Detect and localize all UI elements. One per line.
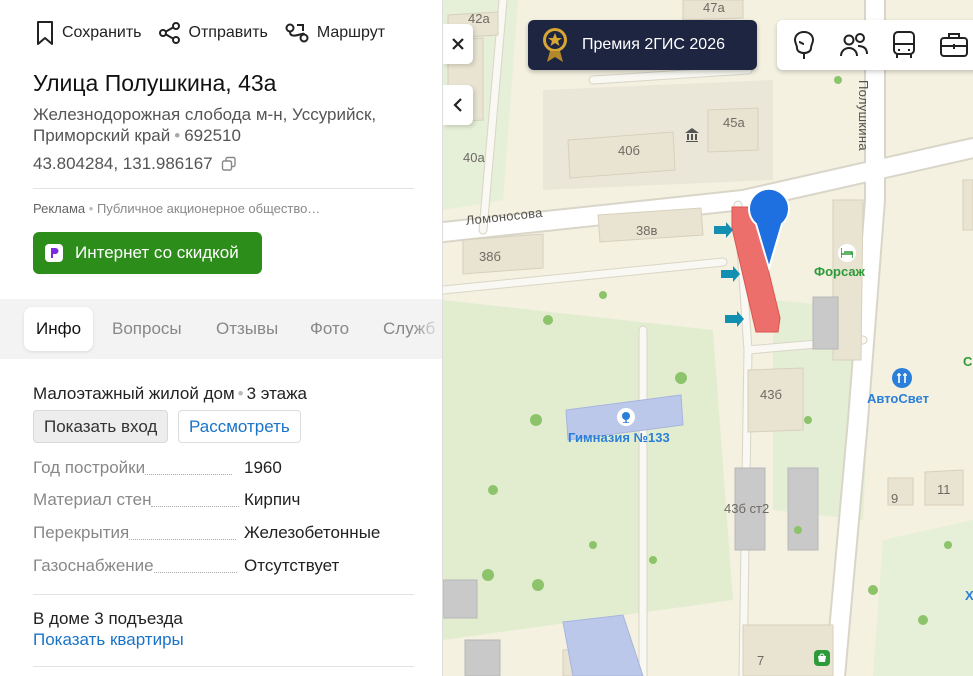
coordinates: 43.804284, 131.986167 [33,154,237,174]
hotel-icon[interactable] [838,244,856,262]
building-number: 45а [723,115,745,130]
floors-text: 3 этажа [246,384,307,403]
place-address: Железнодорожная слобода м-н, Уссурийск, … [33,104,413,146]
entrances-count: В доме 3 подъезда [33,609,183,628]
route-icon [285,23,309,43]
property-key: Перекрытия [33,523,130,542]
place-info-panel: Сохранить Отправить Маршрут Улица Полушк… [0,0,443,676]
poi-avtosvet[interactable]: АвтоСвет [867,391,929,406]
award-label: Премия 2ГИС 2026 [582,36,725,53]
ad-line: Реклама • Публичное акционерное общество… [33,201,321,216]
show-flats-link[interactable]: Показать квартиры [33,630,184,650]
close-icon [452,38,464,50]
promo-label: Интернет со скидкой [75,243,239,262]
property-value: 1960 [244,458,282,477]
place-title: Улица Полушкина, 43а [33,70,277,96]
friends-icon [840,33,868,57]
property-row: Год постройки 1960 [33,458,413,480]
award-banner[interactable]: Премия 2ГИС 2026 [528,20,757,70]
building-number: 9 [891,491,899,506]
tab-photos[interactable]: Фото [298,307,361,351]
edge-letter: Х [965,588,973,603]
street-name: Полушкина [856,80,871,151]
auto-service-icon[interactable] [892,368,912,388]
map-base [443,0,973,676]
museum-icon[interactable] [684,127,700,143]
building-number: 11 [937,482,951,497]
business-button[interactable] [939,30,969,60]
address-region: Приморский край [33,126,171,145]
building-number: 47а [703,0,725,15]
property-row: Материал стен Кирпич [33,490,413,512]
property-key: Газоснабжение [33,556,154,575]
postal-code: 692510 [184,126,241,145]
ad-text[interactable]: Публичное акционерное общество… [97,201,320,216]
share-icon [158,22,180,44]
building-number: 43б ст2 [724,501,770,516]
route-button[interactable]: Маршрут [284,22,385,44]
tab-questions[interactable]: Вопросы [100,307,194,351]
building-number: 42а [468,11,490,26]
bookmark-icon [37,21,53,45]
edge-letter: С [963,354,973,369]
attractions-icon [793,30,815,59]
map-layers-toolbar [777,20,973,70]
address-line-1: Железнодорожная слобода м-н, Уссурийск, [33,105,377,124]
transport-button[interactable] [889,30,919,60]
divider [33,594,414,595]
building-number: 43б [760,387,782,402]
tab-reviews[interactable]: Отзывы [204,307,290,351]
collapse-panel-button[interactable] [443,85,473,125]
building-number: 7 [757,653,765,668]
property-value: Кирпич [244,490,301,509]
promo-button[interactable]: Интернет со скидкой [33,232,262,274]
building-type-text: Малоэтажный жилой дом [33,384,235,403]
save-button[interactable]: Сохранить [35,20,142,46]
property-row: Газоснабжение Отсутствует [33,556,413,578]
close-panel-button[interactable] [443,24,473,64]
divider [33,666,414,667]
poi-forsazh[interactable]: Форсаж [814,264,865,279]
property-key: Материал стен [33,490,152,509]
attractions-button[interactable] [789,30,819,60]
share-label: Отправить [188,24,268,41]
medal-icon [543,28,567,62]
divider [33,188,414,189]
property-row: Перекрытия Железобетонные [33,523,413,545]
building-number: 40б [618,143,640,158]
school-icon[interactable] [617,408,635,426]
route-label: Маршрут [316,24,386,41]
show-entrance-button[interactable]: Показать вход [33,410,169,443]
ad-label: Реклама [33,201,86,216]
property-value: Отсутствует [244,556,340,575]
property-key: Год постройки [33,458,146,477]
copy-icon[interactable] [221,156,237,172]
poi-gymnasium[interactable]: Гимназия №133 [568,430,670,445]
friends-button[interactable] [839,30,869,60]
provider-logo-icon [45,244,63,262]
business-icon [940,33,968,57]
building-type: Малоэтажный жилой дом • 3 этажа [33,384,307,403]
property-value: Железобетонные [244,523,381,542]
building-number: 40а [463,150,485,165]
tabs-fade [413,299,442,359]
tab-info[interactable]: Инфо [24,307,94,351]
tabs-bar: Инфо Вопросы Отзывы Фото Служб [0,299,442,359]
building-number: 38в [636,223,658,238]
action-bar: Сохранить Отправить Маршрут [35,20,401,46]
building-number: 38б [479,249,501,264]
shop-icon[interactable] [814,650,830,666]
coordinates-text: 43.804284, 131.986167 [33,154,213,173]
save-label: Сохранить [62,24,142,41]
chevron-left-icon [453,98,462,112]
share-button[interactable]: Отправить [158,21,268,45]
transport-icon [893,31,915,58]
view-building-button[interactable]: Рассмотреть [178,410,301,443]
map-canvas[interactable]: 42а 47а 45а 40б 40а 38в 38б 43б 43б ст2 … [443,0,973,676]
